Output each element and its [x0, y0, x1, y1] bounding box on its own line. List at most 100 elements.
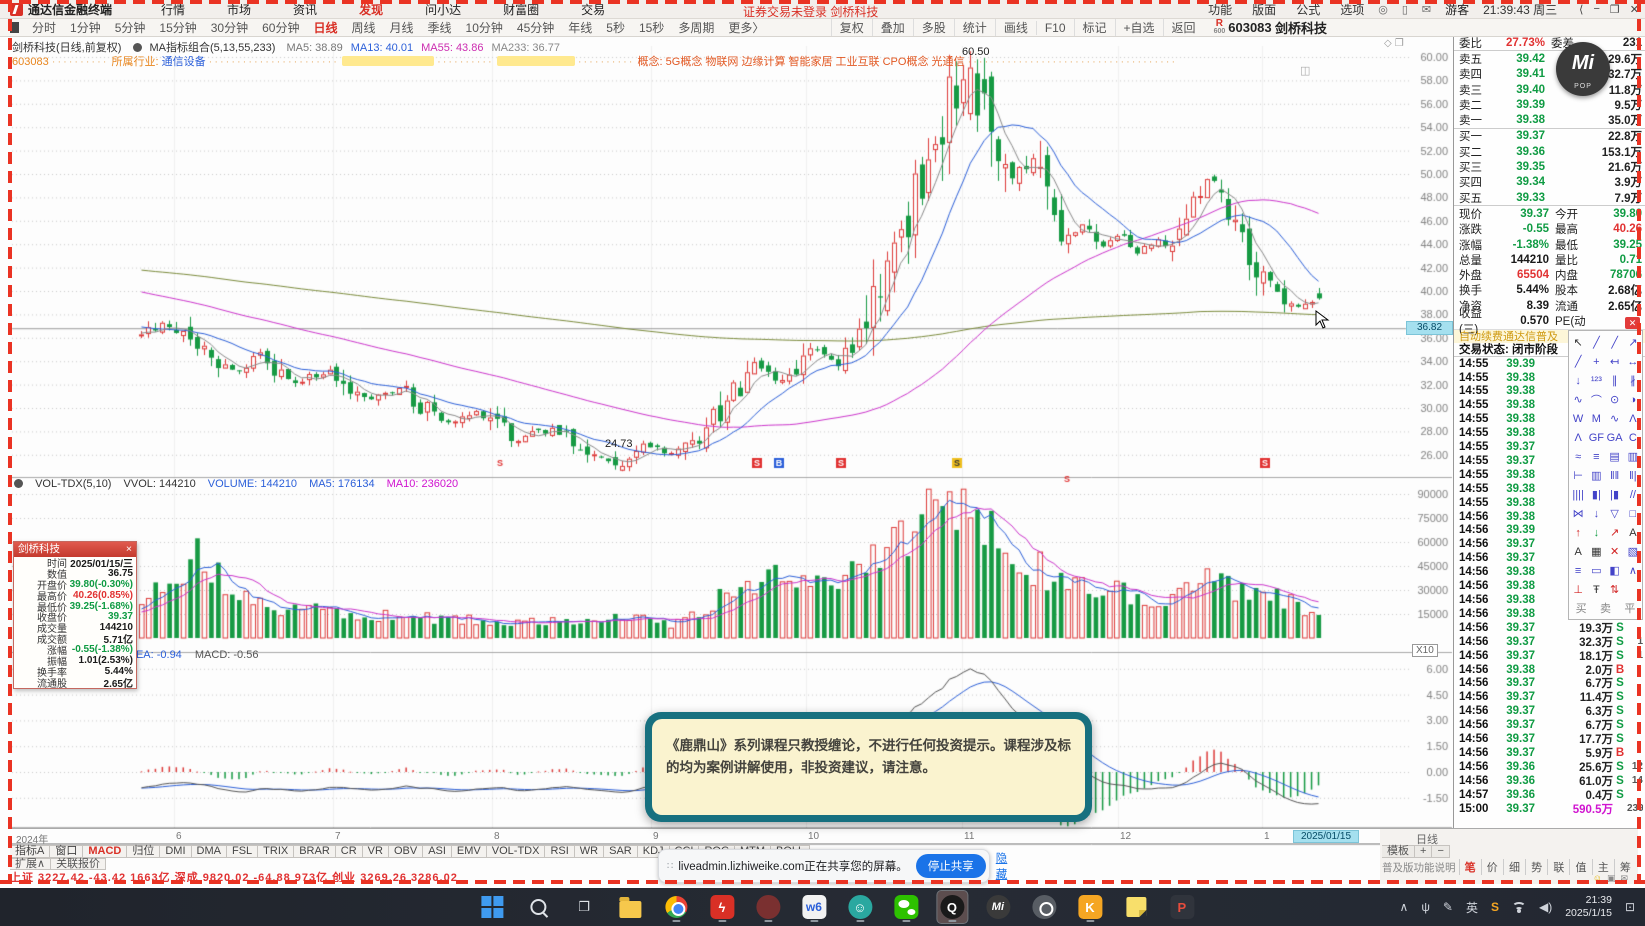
chart-corner-icons[interactable]: ◇❐ — [1384, 38, 1407, 49]
period-tab[interactable]: 季线 — [421, 19, 459, 36]
draw-tool-icon[interactable]: M — [1587, 409, 1605, 428]
draw-tool-icon[interactable]: □ — [1624, 504, 1642, 523]
draw-tool-icon[interactable]: A — [1624, 523, 1642, 542]
draw-tool-icon[interactable]: |||| — [1569, 485, 1587, 504]
pen-icon[interactable]: ✎ — [1443, 900, 1453, 914]
draw-tool-icon[interactable]: ⊥ — [1569, 580, 1587, 599]
tool-button[interactable]: 叠加 — [871, 19, 913, 36]
template-control[interactable]: + — [1415, 845, 1433, 858]
draw-tool-icon[interactable]: ≡ — [1587, 447, 1605, 466]
draw-tool-icon[interactable]: GA — [1606, 428, 1624, 447]
period-tab[interactable]: 15分钟 — [152, 19, 203, 36]
minimize-icon[interactable]: − — [1593, 3, 1599, 16]
tool-button[interactable]: 多股 — [912, 19, 954, 36]
bid-row[interactable]: 买二 39.36 153.1万 — [1454, 144, 1645, 159]
draw-tool-icon[interactable]: ¹²³ — [1587, 371, 1605, 390]
menu-item[interactable]: 资讯 — [272, 1, 338, 18]
menu-item[interactable]: 财富圈 — [482, 1, 560, 18]
explorer-icon[interactable] — [615, 891, 645, 923]
draw-tool-icon[interactable]: ≈ — [1569, 447, 1587, 466]
period-tab[interactable]: 更多〉 — [721, 19, 771, 36]
draw-tool-icon[interactable]: ∿ — [1569, 390, 1587, 409]
draw-tool-icon[interactable]: |▮ — [1606, 485, 1624, 504]
draw-tool-icon[interactable]: ▥ — [1587, 466, 1605, 485]
ask-row[interactable]: 卖一 39.38 35.0万 — [1454, 112, 1645, 127]
draw-tool-icon[interactable]: ↑ — [1569, 523, 1587, 542]
analysis-tab[interactable]: 细 — [1502, 859, 1525, 875]
draw-tool-icon[interactable]: ↗ — [1606, 523, 1624, 542]
period-tab[interactable]: 10分钟 — [459, 19, 510, 36]
bid-row[interactable]: 买五 39.33 7.9万 — [1454, 190, 1645, 205]
qq-icon[interactable]: Q — [935, 890, 968, 924]
analysis-tab[interactable]: 联 — [1547, 859, 1569, 875]
edition-note[interactable]: 普及版功能说明 — [1382, 860, 1456, 875]
draw-tool-icon[interactable]: C — [1624, 428, 1642, 447]
draw-tool-icon[interactable]: ⊙ — [1606, 390, 1624, 409]
tick-row[interactable]: 14:56 39.37 6.7万 S — [1454, 718, 1645, 732]
draw-tool-icon[interactable]: ‖‖ — [1606, 466, 1624, 485]
indicator-tab[interactable]: ASI — [423, 845, 452, 858]
tool-button[interactable]: 复权 — [830, 19, 872, 36]
notification-icon[interactable]: ◎ — [1378, 3, 1388, 16]
mic-icon[interactable]: ψ — [1421, 900, 1430, 914]
draw-tool-icon[interactable]: ∿ — [1606, 409, 1624, 428]
draw-tool-icon[interactable]: ▽ — [1606, 504, 1624, 523]
indicator-tab[interactable]: BRAR — [294, 845, 336, 858]
draw-tool-icon[interactable] — [1624, 580, 1642, 599]
template-control[interactable]: 模板 — [1382, 845, 1415, 858]
draw-tool-icon[interactable]: ‖| — [1624, 466, 1642, 485]
industry-link[interactable]: 通信设备 — [162, 56, 206, 68]
tick-row[interactable]: 15:00 39.37 590.5万 239 — [1454, 802, 1645, 816]
draw-tool-icon[interactable]: ▦ — [1587, 542, 1605, 561]
tick-row[interactable]: 14:57 39.36 0.4万 S — [1454, 788, 1645, 802]
chrome-icon[interactable] — [661, 891, 691, 923]
word-icon[interactable]: w6 — [799, 891, 829, 923]
draw-tool-icon[interactable]: Ŧ — [1587, 580, 1605, 599]
tool-button[interactable]: 返回 — [1162, 19, 1204, 36]
draw-tool-icon[interactable]: ⌒ — [1587, 390, 1605, 409]
hide-share-link[interactable]: 隐藏 — [996, 850, 1008, 882]
period-tab[interactable]: 5秒 — [599, 19, 632, 36]
indicator-tab[interactable]: CR — [335, 845, 363, 858]
period-tab[interactable]: 日线 — [306, 19, 344, 36]
indicator-tab[interactable]: EMV — [451, 845, 487, 858]
bid-row[interactable]: 买一 39.37 22.8万 — [1454, 129, 1645, 144]
indicator-tab[interactable]: WR — [574, 845, 605, 858]
period-tab[interactable]: 30分钟 — [204, 19, 255, 36]
indicator-tab[interactable]: VOL-TDX — [486, 845, 546, 858]
draw-tool-icon[interactable]: ∧ — [1624, 561, 1642, 580]
draw-tool-icon[interactable]: ↓ — [1587, 523, 1605, 542]
indicator-tab[interactable]: VR — [362, 845, 389, 858]
draw-tool-icon[interactable]: GF — [1587, 428, 1605, 447]
analysis-tab[interactable]: 价 — [1480, 859, 1503, 875]
menu-item[interactable]: 版面 — [1252, 1, 1276, 18]
indicator-tab[interactable]: 指标A — [10, 845, 51, 858]
draw-tool-icon[interactable]: W — [1569, 409, 1587, 428]
mi-icon[interactable]: Mi — [983, 891, 1013, 923]
draw-tool-icon[interactable]: ↗ — [1624, 333, 1642, 352]
draw-label[interactable]: 平 — [1624, 600, 1635, 616]
indicator-tab[interactable]: DMI — [160, 845, 192, 858]
menu-item[interactable]: 功能 — [1208, 1, 1232, 18]
panel-toggle-icon[interactable] — [10, 22, 19, 33]
period-tab[interactable]: 多周期 — [671, 19, 721, 36]
menu-item[interactable]: 行情 — [140, 1, 206, 18]
menu-item[interactable]: 问小达 — [404, 1, 482, 18]
draw-tool-icon[interactable]: ▧ — [1624, 542, 1642, 561]
menu-item[interactable]: 交易 — [560, 1, 626, 18]
tool-button[interactable]: 画线 — [994, 19, 1036, 36]
multi-screen-icon[interactable]: ⟨ — [1579, 3, 1583, 16]
period-tab[interactable]: 45分钟 — [510, 19, 561, 36]
camera-app-icon[interactable] — [1029, 891, 1059, 923]
draw-tool-icon[interactable]: // — [1624, 485, 1642, 504]
template-control[interactable]: − — [1432, 845, 1450, 858]
indicator-tab[interactable]: 窗口 — [50, 845, 84, 858]
menu-item[interactable]: 公式 — [1296, 1, 1320, 18]
draw-tool-icon[interactable]: ↖ — [1569, 333, 1587, 352]
draw-tool-icon[interactable]: A — [1569, 542, 1587, 561]
draw-tool-icon[interactable]: + — [1587, 352, 1605, 371]
period-tab[interactable]: 5分钟 — [108, 19, 153, 36]
period-tab[interactable]: 周线 — [344, 19, 382, 36]
wifi-icon[interactable] — [1511, 901, 1526, 913]
period-tab[interactable]: 月线 — [383, 19, 421, 36]
